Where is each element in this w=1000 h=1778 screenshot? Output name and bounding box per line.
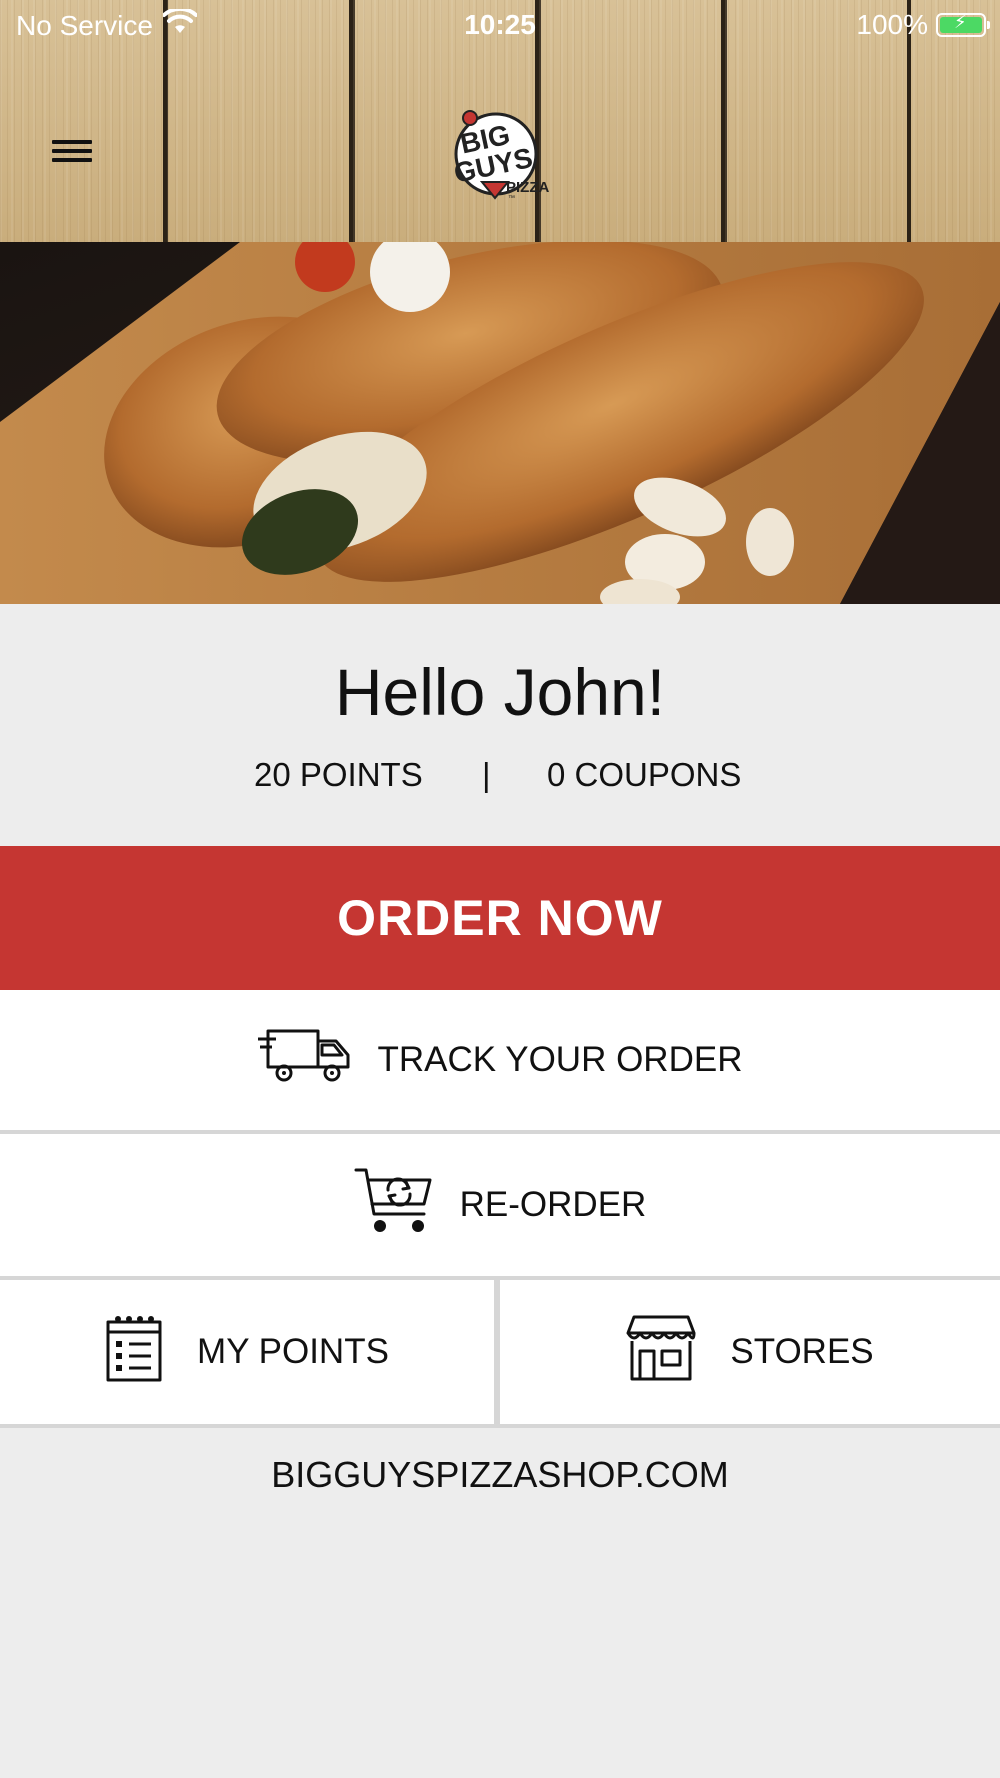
big-guys-pizza-logo: BIG GUYS PIZZA ™: [448, 108, 554, 202]
track-order-button[interactable]: TRACK YOUR ORDER: [0, 990, 1000, 1130]
logo-trademark: ™: [508, 195, 515, 200]
reorder-button[interactable]: RE-ORDER: [0, 1134, 1000, 1276]
points-count[interactable]: 20 POINTS: [254, 756, 423, 794]
status-bar: No Service 10:25 100% ⚡: [0, 0, 1000, 50]
logo-text-pizza: PIZZA: [506, 179, 549, 196]
status-time: 10:25: [464, 9, 536, 40]
stores-label: STORES: [730, 1332, 874, 1371]
row-divider: [0, 1424, 1000, 1428]
delivery-truck-icon: [257, 1027, 352, 1094]
battery-percent: 100%: [856, 9, 928, 40]
welcome-section: Hello John! 20 POINTS | 0 COUPONS: [0, 604, 1000, 846]
track-order-label: TRACK YOUR ORDER: [377, 1040, 743, 1079]
website-link[interactable]: BIGGUYSPIZZASHOP.COM: [0, 1454, 1000, 1496]
hero-food-image: [0, 242, 1000, 604]
header-bar: No Service 10:25 100% ⚡ BIG GUYS PIZZA ™: [0, 0, 1000, 242]
reorder-label: RE-ORDER: [459, 1185, 647, 1224]
coupons-count[interactable]: 0 COUPONS: [547, 756, 741, 794]
my-points-label: MY POINTS: [197, 1332, 389, 1371]
status-right: 100% ⚡: [856, 9, 990, 41]
points-notepad-icon: [105, 1314, 163, 1391]
greeting-text: Hello John!: [334, 655, 666, 729]
stats-separator: |: [482, 756, 491, 793]
order-now-button[interactable]: ORDER NOW: [0, 846, 1000, 990]
battery-icon: ⚡: [936, 12, 990, 37]
cart-refresh-icon: [354, 1166, 434, 1245]
menu-icon[interactable]: [52, 140, 92, 170]
store-icon: [626, 1315, 696, 1390]
stores-button[interactable]: STORES: [500, 1280, 1000, 1424]
my-points-button[interactable]: MY POINTS: [0, 1280, 494, 1424]
